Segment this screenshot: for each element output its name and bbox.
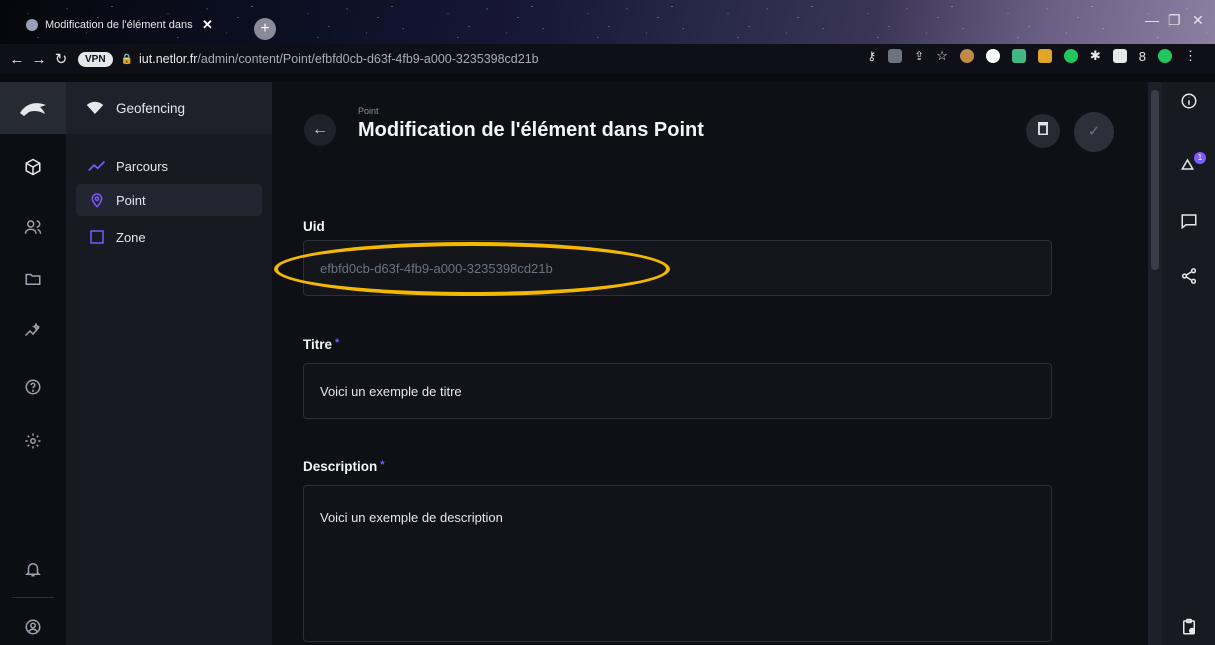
lock-icon[interactable]: 🔒 xyxy=(121,54,133,65)
content-module-icon[interactable] xyxy=(0,158,66,180)
clipboard-icon xyxy=(1182,618,1195,635)
forward-arrow-icon[interactable]: → xyxy=(28,51,50,68)
settings-module-icon[interactable] xyxy=(0,432,66,454)
collection-nav: Geofencing Parcours Point Zone xyxy=(66,82,272,645)
share-icon xyxy=(1181,268,1196,284)
insights-icon xyxy=(24,322,40,337)
bookmark-star-icon[interactable]: ☆ xyxy=(936,48,948,64)
tab-favicon-icon xyxy=(26,19,38,31)
back-arrow-icon[interactable]: ← xyxy=(6,51,28,68)
translate-icon[interactable] xyxy=(888,49,903,63)
url-field[interactable]: iut.netlor.fr/admin/content/Point/efbfd0… xyxy=(139,52,539,66)
gear-icon xyxy=(25,433,41,449)
app-logo[interactable] xyxy=(0,82,66,134)
address-bar-row: ← → ↻ VPN 🔒 iut.netlor.fr/admin/content/… xyxy=(0,44,1215,74)
extension-avatar-icon[interactable] xyxy=(959,49,974,63)
extension-green-icon[interactable] xyxy=(1063,49,1078,63)
close-tab-icon[interactable]: ✕ xyxy=(202,17,213,33)
account-circle-icon xyxy=(25,619,41,635)
map-pin-icon xyxy=(91,193,103,208)
info-icon xyxy=(1181,93,1196,109)
project-header[interactable]: Geofencing xyxy=(66,82,272,134)
scrollbar[interactable] xyxy=(1148,82,1162,645)
right-sidebar: 1 xyxy=(1148,82,1215,645)
reload-icon[interactable]: ↻ xyxy=(50,50,72,68)
trend-line-icon xyxy=(88,160,106,172)
tab-title: Modification de l'élément dans P xyxy=(45,19,195,31)
trash-icon xyxy=(1038,122,1048,136)
restore-window-icon[interactable]: ❐ xyxy=(1168,12,1181,29)
files-module-icon[interactable] xyxy=(0,270,66,292)
user-account-icon[interactable] xyxy=(0,618,66,640)
wifi-icon xyxy=(86,101,104,114)
scrollbar-thumb[interactable] xyxy=(1151,90,1159,270)
close-window-icon[interactable]: ✕ xyxy=(1192,12,1204,29)
description-textarea[interactable]: Voici un exemple de description xyxy=(303,485,1052,642)
square-icon xyxy=(90,230,104,244)
project-name: Geofencing xyxy=(116,100,186,116)
nav-item-label: Zone xyxy=(116,229,146,245)
browser-tab[interactable]: Modification de l'élément dans P ✕ xyxy=(26,13,244,37)
bell-icon xyxy=(25,563,41,577)
directus-app: Geofencing Parcours Point Zone ← Point M… xyxy=(0,82,1215,645)
sync-check-icon[interactable] xyxy=(1158,49,1172,63)
comments-button[interactable] xyxy=(1162,212,1215,235)
save-button[interactable]: ✓ xyxy=(1074,112,1114,152)
titre-label-text: Titre xyxy=(303,337,333,352)
extension-b-icon[interactable] xyxy=(985,49,1000,63)
nav-item-point[interactable]: Point xyxy=(76,184,262,216)
description-label: Description * xyxy=(303,459,385,474)
extensions-puzzle-icon[interactable]: ✱ xyxy=(1090,48,1101,64)
extension-yellow-icon[interactable] xyxy=(1037,49,1052,63)
notification-badge: 1 xyxy=(1194,152,1206,164)
extensions-toolbar: ⚷ ⇪ ☆ ✱ 8 ⋮ xyxy=(867,48,1197,64)
cube-icon xyxy=(25,158,41,176)
nav-item-zone[interactable]: Zone xyxy=(76,221,262,253)
profile-icon[interactable]: 8 xyxy=(1139,49,1146,64)
browser-menu-icon[interactable]: ⋮ xyxy=(1184,48,1197,64)
url-path: /admin/content/Point/efbfd0cb-d63f-4fb9-… xyxy=(197,52,539,66)
rabbit-logo-icon xyxy=(20,103,46,116)
clipboard-button[interactable] xyxy=(1162,618,1215,641)
comment-icon xyxy=(1181,214,1196,230)
share-button[interactable] xyxy=(1162,267,1215,290)
nav-item-label: Parcours xyxy=(116,158,169,174)
browser-tab-bar: Modification de l'élément dans P ✕ + — ❐… xyxy=(0,0,1215,44)
nav-item-label: Point xyxy=(116,192,146,208)
vpn-badge[interactable]: VPN xyxy=(78,51,113,67)
url-domain: iut.netlor.fr xyxy=(139,52,198,66)
new-tab-button[interactable]: + xyxy=(254,18,276,40)
description-label-text: Description xyxy=(303,459,378,474)
help-icon xyxy=(25,379,41,395)
side-panel-icon[interactable] xyxy=(1112,49,1127,63)
breadcrumb[interactable]: Point xyxy=(358,106,379,116)
folder-icon xyxy=(25,273,41,285)
titre-input[interactable]: Voici un exemple de titre xyxy=(303,363,1052,419)
nav-item-parcours[interactable]: Parcours xyxy=(76,150,262,182)
delete-button[interactable] xyxy=(1026,114,1060,148)
notifications-icon[interactable] xyxy=(0,560,66,582)
annotation-highlight-ellipse xyxy=(274,242,670,296)
uid-label-text: Uid xyxy=(303,219,325,234)
insights-module-icon[interactable] xyxy=(0,322,66,344)
item-editor: ← Point Modification de l'élément dans P… xyxy=(272,82,1148,645)
minimize-window-icon[interactable]: — xyxy=(1145,12,1159,28)
share-page-icon[interactable]: ⇪ xyxy=(914,49,924,63)
titre-label: Titre * xyxy=(303,337,339,352)
vue-devtools-icon[interactable] xyxy=(1011,49,1026,63)
revisions-button[interactable]: 1 xyxy=(1162,152,1215,177)
key-icon[interactable]: ⚷ xyxy=(867,49,876,63)
uid-label: Uid xyxy=(303,219,325,234)
rail-divider xyxy=(12,597,54,598)
users-icon xyxy=(24,220,42,234)
page-title: Modification de l'élément dans Point xyxy=(358,119,704,141)
back-button[interactable]: ← xyxy=(304,114,336,146)
help-module-icon[interactable] xyxy=(0,378,66,400)
info-button[interactable] xyxy=(1162,92,1215,115)
required-mark: * xyxy=(335,337,340,349)
required-mark: * xyxy=(380,459,385,471)
module-rail xyxy=(0,82,66,645)
users-module-icon[interactable] xyxy=(0,218,66,240)
